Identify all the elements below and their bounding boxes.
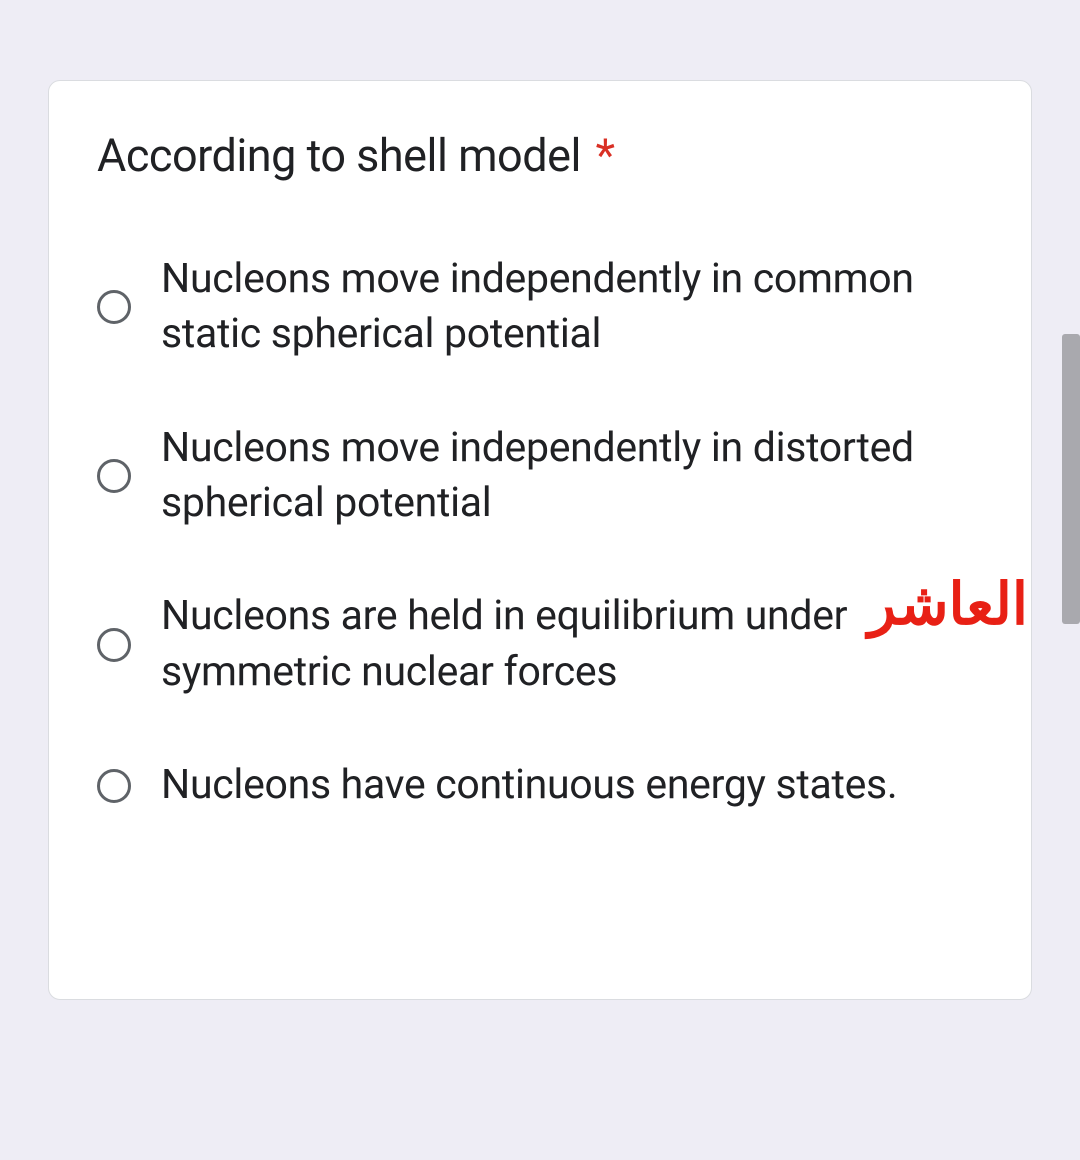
question-title: According to shell model *: [97, 129, 983, 182]
radio-icon[interactable]: [97, 459, 131, 493]
option-row-2[interactable]: Nucleons move independently in distorted…: [97, 421, 983, 532]
question-card: According to shell model * Nucleons move…: [48, 80, 1032, 1000]
question-text: According to shell model: [97, 129, 581, 182]
option-label: Nucleons move independently in distorted…: [161, 421, 983, 532]
option-row-1[interactable]: Nucleons move independently in common st…: [97, 252, 983, 363]
radio-icon[interactable]: [97, 769, 131, 803]
option-label: Nucleons have continuous energy states.: [161, 758, 897, 813]
option-row-3[interactable]: Nucleons are held in equilibrium under s…: [97, 589, 983, 700]
option-label: Nucleons move independently in common st…: [161, 252, 983, 363]
radio-icon[interactable]: [97, 290, 131, 324]
option-label: Nucleons are held in equilibrium under s…: [161, 589, 983, 700]
option-row-4[interactable]: Nucleons have continuous energy states.: [97, 758, 983, 813]
overlay-annotation: العاشر: [868, 570, 1028, 638]
radio-icon[interactable]: [97, 628, 131, 662]
scrollbar-thumb[interactable]: [1062, 334, 1080, 624]
required-marker: *: [596, 129, 615, 182]
